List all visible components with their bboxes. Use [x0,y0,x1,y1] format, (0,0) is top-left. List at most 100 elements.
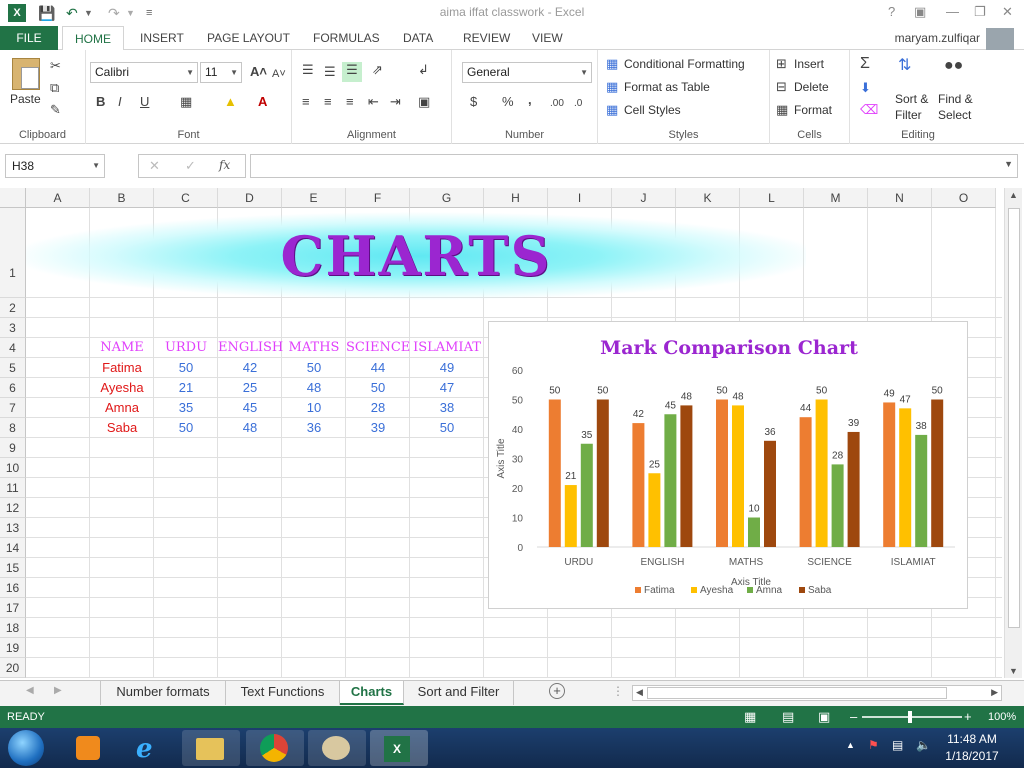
internet-explorer-taskbar-button[interactable]: e [122,730,180,766]
zoom-level[interactable]: 100% [988,706,1016,728]
clock-date[interactable]: 1/18/2017 [940,749,1004,763]
help-icon[interactable]: ? [888,3,895,21]
volume-icon[interactable]: 🔈 [916,738,931,752]
autosum-icon[interactable]: Σ [860,56,870,72]
tab-data[interactable]: DATA [403,26,433,50]
row-header-17[interactable]: 17 [0,598,26,618]
align-bottom-icon[interactable]: ☰ [342,62,362,82]
insert-function-button[interactable]: fx [219,158,230,172]
user-account[interactable]: maryam.zulfiqar [895,26,980,50]
explorer-taskbar-button[interactable] [182,730,240,766]
font-size-combo[interactable]: 11 ▼ [200,62,242,83]
row-header-13[interactable]: 13 [0,518,26,538]
comma-icon[interactable]: , [528,92,532,108]
score-cell[interactable]: 50 [282,358,346,378]
font-name-combo[interactable]: Calibri ▼ [90,62,198,83]
table-header-cell[interactable]: MATHS [282,338,346,358]
row-header-9[interactable]: 9 [0,438,26,458]
scroll-up-icon[interactable]: ▲ [1009,190,1018,200]
close-icon[interactable]: ✕ [1002,3,1013,21]
table-header-cell[interactable]: ENGLISH [218,338,283,358]
merge-center-icon[interactable]: ▣ [418,94,430,110]
decrease-indent-icon[interactable]: ⇤ [368,94,379,110]
delete-button[interactable]: Delete [794,80,829,94]
normal-view-icon[interactable]: ▦ [744,706,756,728]
mark-comparison-chart[interactable]: Mark Comparison Chart 0 10 20 30 40 50 60 Axis T… [488,321,968,609]
tray-expand-icon[interactable]: ▲ [846,740,855,750]
increase-indent-icon[interactable]: ⇥ [390,94,401,110]
vertical-scroll-thumb[interactable] [1008,208,1020,628]
column-header-h[interactable]: H [484,188,548,208]
align-middle-icon[interactable]: ☰ [324,64,336,80]
student-name-cell[interactable]: Amna [90,398,154,418]
column-header-a[interactable]: A [26,188,90,208]
formula-input[interactable]: ▼ [250,154,1018,178]
find-select-button-line2[interactable]: Select [938,108,971,122]
score-cell[interactable]: 49 [410,358,484,378]
media-player-taskbar-button[interactable] [62,730,120,766]
table-header-cell[interactable]: URDU [154,338,218,358]
column-header-o[interactable]: O [932,188,996,208]
sheet-tab-number-formats[interactable]: Number formats [100,681,226,705]
score-cell[interactable]: 50 [410,418,484,438]
score-cell[interactable]: 39 [346,418,410,438]
row-header-19[interactable]: 19 [0,638,26,658]
tab-page-layout[interactable]: PAGE LAYOUT [207,26,290,50]
table-header-cell[interactable]: NAME [90,338,154,358]
align-top-icon[interactable]: ☰ [302,62,314,78]
find-select-button[interactable]: Find & [938,92,973,106]
prev-sheet-icon[interactable]: ◀ [26,685,34,696]
format-painter-icon[interactable]: ✎ [50,102,61,118]
page-layout-view-icon[interactable]: ▤ [782,706,794,728]
column-header-b[interactable]: B [90,188,154,208]
row-header-12[interactable]: 12 [0,498,26,518]
decrease-decimal-icon[interactable]: .0 [574,96,582,112]
zoom-in-icon[interactable]: + [964,706,972,728]
tab-insert[interactable]: INSERT [140,26,184,50]
score-cell[interactable]: 42 [218,358,282,378]
paste-button[interactable]: Paste [10,92,41,106]
score-cell[interactable]: 38 [410,398,484,418]
row-header-5[interactable]: 5 [0,358,26,378]
fill-color-icon[interactable]: ▲ [224,94,237,110]
excel-taskbar-button[interactable]: X [370,730,428,766]
action-center-icon[interactable]: ⚑ [868,738,879,752]
row-header-18[interactable]: 18 [0,618,26,638]
scroll-down-icon[interactable]: ▼ [1009,666,1018,676]
name-box[interactable]: H38 ▼ [5,154,105,178]
column-header-f[interactable]: F [346,188,410,208]
score-cell[interactable]: 50 [154,418,218,438]
format-button[interactable]: Format [794,103,832,117]
align-right-icon[interactable]: ≡ [346,94,354,110]
score-cell[interactable]: 44 [346,358,410,378]
row-header-6[interactable]: 6 [0,378,26,398]
increase-font-icon[interactable]: A˄ [250,64,267,80]
row-header-1[interactable]: 1 [0,208,26,298]
new-sheet-icon[interactable]: + [549,683,565,699]
increase-decimal-icon[interactable]: .00 [550,96,564,112]
ribbon-display-icon[interactable]: ▣ [914,3,926,21]
network-icon[interactable]: ▤ [892,738,903,752]
table-header-cell[interactable]: ISLAMIAT [410,338,484,358]
column-header-i[interactable]: I [548,188,612,208]
align-left-icon[interactable]: ≡ [302,94,310,110]
table-header-cell[interactable]: SCIENCE [346,338,410,358]
row-header-8[interactable]: 8 [0,418,26,438]
score-cell[interactable]: 48 [218,418,282,438]
zoom-out-icon[interactable]: – [850,706,857,728]
sheet-tab-sort-and-filter[interactable]: Sort and Filter [404,681,514,705]
tab-home[interactable]: HOME [62,26,124,51]
minimize-icon[interactable]: — [946,3,959,21]
student-name-cell[interactable]: Saba [90,418,154,438]
column-header-j[interactable]: J [612,188,676,208]
score-cell[interactable]: 35 [154,398,218,418]
tab-formulas[interactable]: FORMULAS [313,26,380,50]
start-button[interactable] [8,730,44,766]
student-name-cell[interactable]: Ayesha [90,378,154,398]
column-header-m[interactable]: M [804,188,868,208]
align-center-icon[interactable]: ≡ [324,94,332,110]
sort-filter-button[interactable]: Sort & [895,92,928,106]
horizontal-scroll-thumb[interactable] [647,687,947,699]
italic-button[interactable]: I [118,94,122,110]
currency-icon[interactable]: $ [470,94,477,110]
